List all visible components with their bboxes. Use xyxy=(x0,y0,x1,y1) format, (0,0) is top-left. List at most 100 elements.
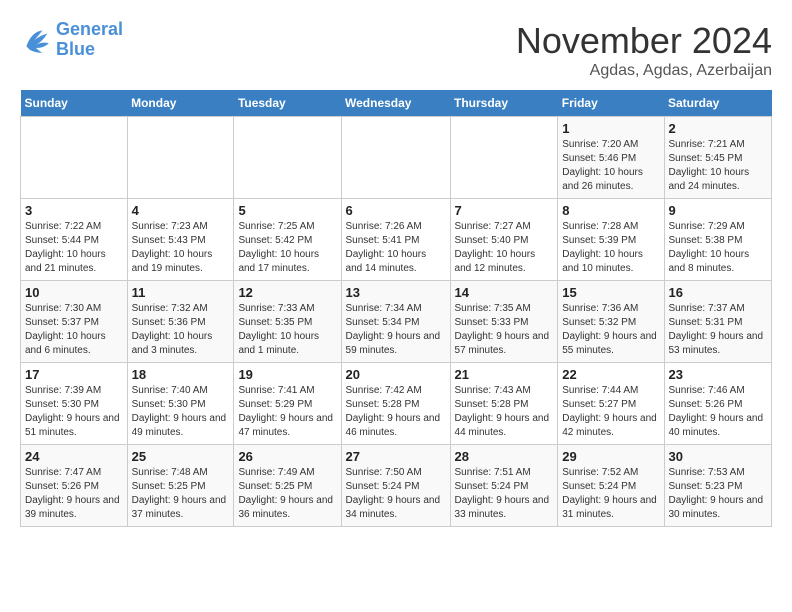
calendar-header-sunday: Sunday xyxy=(21,90,128,117)
day-number: 29 xyxy=(562,449,659,464)
day-number: 5 xyxy=(238,203,336,218)
day-number: 3 xyxy=(25,203,123,218)
calendar-cell: 10Sunrise: 7:30 AM Sunset: 5:37 PM Dayli… xyxy=(21,281,128,363)
calendar-header-wednesday: Wednesday xyxy=(341,90,450,117)
day-info: Sunrise: 7:33 AM Sunset: 5:35 PM Dayligh… xyxy=(238,302,336,358)
day-info: Sunrise: 7:48 AM Sunset: 5:25 PM Dayligh… xyxy=(132,466,230,522)
calendar-table: SundayMondayTuesdayWednesdayThursdayFrid… xyxy=(20,90,772,527)
calendar-cell: 6 Sunrise: 7:26 AM Sunset: 5:41 PM Daylig… xyxy=(341,199,450,281)
day-number: 27 xyxy=(346,449,446,464)
calendar-cell: 29 Sunrise: 7:52 AM Sunset: 5:24 PM Dayli… xyxy=(558,445,664,527)
calendar-cell: 1Sunrise: 7:20 AM Sunset: 5:46 PM Daylig… xyxy=(558,117,664,199)
day-info: Sunrise: 7:37 AM Sunset: 5:31 PM Dayligh… xyxy=(669,302,768,358)
calendar-header-thursday: Thursday xyxy=(450,90,558,117)
day-number: 10 xyxy=(25,285,123,300)
day-number: 2 xyxy=(669,121,768,136)
calendar-cell: 24 Sunrise: 7:47 AM Sunset: 5:26 PM Dayli… xyxy=(21,445,128,527)
day-info: Sunrise: 7:28 AM Sunset: 5:39 PM Dayligh… xyxy=(562,220,659,276)
day-number: 20 xyxy=(346,367,446,382)
day-info: Sunrise: 7:43 AM Sunset: 5:28 PM Dayligh… xyxy=(455,384,554,440)
calendar-header-friday: Friday xyxy=(558,90,664,117)
calendar-header-row: SundayMondayTuesdayWednesdayThursdayFrid… xyxy=(21,90,772,117)
calendar-cell: 28Sunrise: 7:51 AM Sunset: 5:24 PM Dayli… xyxy=(450,445,558,527)
day-number: 9 xyxy=(669,203,768,218)
day-number: 8 xyxy=(562,203,659,218)
day-number: 16 xyxy=(669,285,768,300)
calendar-cell: 5 Sunrise: 7:25 AM Sunset: 5:42 PM Daylig… xyxy=(234,199,341,281)
calendar-cell: 23 Sunrise: 7:46 AM Sunset: 5:26 PM Dayli… xyxy=(664,363,772,445)
calendar-cell: 7 Sunrise: 7:27 AM Sunset: 5:40 PM Daylig… xyxy=(450,199,558,281)
day-number: 24 xyxy=(25,449,123,464)
day-info: Sunrise: 7:39 AM Sunset: 5:30 PM Dayligh… xyxy=(25,384,123,440)
day-info: Sunrise: 7:32 AM Sunset: 5:36 PM Dayligh… xyxy=(132,302,230,358)
day-number: 14 xyxy=(455,285,554,300)
calendar-cell: 4 Sunrise: 7:23 AM Sunset: 5:43 PM Daylig… xyxy=(127,199,234,281)
calendar-cell: 12 Sunrise: 7:33 AM Sunset: 5:35 PM Dayli… xyxy=(234,281,341,363)
calendar-cell: 27 Sunrise: 7:50 AM Sunset: 5:24 PM Dayli… xyxy=(341,445,450,527)
day-info: Sunrise: 7:50 AM Sunset: 5:24 PM Dayligh… xyxy=(346,466,446,522)
day-number: 12 xyxy=(238,285,336,300)
calendar-cell: 19 Sunrise: 7:41 AM Sunset: 5:29 PM Dayli… xyxy=(234,363,341,445)
calendar-header-tuesday: Tuesday xyxy=(234,90,341,117)
calendar-cell: 11 Sunrise: 7:32 AM Sunset: 5:36 PM Dayli… xyxy=(127,281,234,363)
day-info: Sunrise: 7:47 AM Sunset: 5:26 PM Dayligh… xyxy=(25,466,123,522)
calendar-cell: 20 Sunrise: 7:42 AM Sunset: 5:28 PM Dayli… xyxy=(341,363,450,445)
calendar-week-4: 17 Sunrise: 7:39 AM Sunset: 5:30 PM Dayli… xyxy=(21,363,772,445)
logo-icon xyxy=(20,24,52,56)
day-number: 25 xyxy=(132,449,230,464)
calendar-cell: 8 Sunrise: 7:28 AM Sunset: 5:39 PM Daylig… xyxy=(558,199,664,281)
logo: General Blue xyxy=(20,20,123,60)
day-info: Sunrise: 7:53 AM Sunset: 5:23 PM Dayligh… xyxy=(669,466,768,522)
title-section: November 2024 Agdas, Agdas, Azerbaijan xyxy=(516,20,772,80)
day-number: 18 xyxy=(132,367,230,382)
day-info: Sunrise: 7:41 AM Sunset: 5:29 PM Dayligh… xyxy=(238,384,336,440)
day-number: 19 xyxy=(238,367,336,382)
calendar-cell xyxy=(450,117,558,199)
calendar-header-monday: Monday xyxy=(127,90,234,117)
calendar-cell: 17 Sunrise: 7:39 AM Sunset: 5:30 PM Dayli… xyxy=(21,363,128,445)
calendar-cell: 22 Sunrise: 7:44 AM Sunset: 5:27 PM Dayli… xyxy=(558,363,664,445)
day-number: 7 xyxy=(455,203,554,218)
day-number: 6 xyxy=(346,203,446,218)
day-info: Sunrise: 7:23 AM Sunset: 5:43 PM Dayligh… xyxy=(132,220,230,276)
calendar-cell: 21Sunrise: 7:43 AM Sunset: 5:28 PM Dayli… xyxy=(450,363,558,445)
day-number: 4 xyxy=(132,203,230,218)
calendar-cell: 15Sunrise: 7:36 AM Sunset: 5:32 PM Dayli… xyxy=(558,281,664,363)
calendar-cell: 14 Sunrise: 7:35 AM Sunset: 5:33 PM Dayli… xyxy=(450,281,558,363)
day-number: 11 xyxy=(132,285,230,300)
calendar-cell xyxy=(341,117,450,199)
calendar-cell: 3 Sunrise: 7:22 AM Sunset: 5:44 PM Daylig… xyxy=(21,199,128,281)
calendar-header-saturday: Saturday xyxy=(664,90,772,117)
day-info: Sunrise: 7:42 AM Sunset: 5:28 PM Dayligh… xyxy=(346,384,446,440)
day-number: 22 xyxy=(562,367,659,382)
calendar-body: 1Sunrise: 7:20 AM Sunset: 5:46 PM Daylig… xyxy=(21,117,772,527)
calendar-week-3: 10Sunrise: 7:30 AM Sunset: 5:37 PM Dayli… xyxy=(21,281,772,363)
calendar-cell: 18 Sunrise: 7:40 AM Sunset: 5:30 PM Dayli… xyxy=(127,363,234,445)
day-info: Sunrise: 7:40 AM Sunset: 5:30 PM Dayligh… xyxy=(132,384,230,440)
day-info: Sunrise: 7:44 AM Sunset: 5:27 PM Dayligh… xyxy=(562,384,659,440)
calendar-week-2: 3 Sunrise: 7:22 AM Sunset: 5:44 PM Daylig… xyxy=(21,199,772,281)
day-info: Sunrise: 7:35 AM Sunset: 5:33 PM Dayligh… xyxy=(455,302,554,358)
day-number: 17 xyxy=(25,367,123,382)
calendar-cell: 2 Sunrise: 7:21 AM Sunset: 5:45 PM Daylig… xyxy=(664,117,772,199)
day-info: Sunrise: 7:29 AM Sunset: 5:38 PM Dayligh… xyxy=(669,220,768,276)
day-info: Sunrise: 7:21 AM Sunset: 5:45 PM Dayligh… xyxy=(669,138,768,194)
day-info: Sunrise: 7:36 AM Sunset: 5:32 PM Dayligh… xyxy=(562,302,659,358)
day-info: Sunrise: 7:46 AM Sunset: 5:26 PM Dayligh… xyxy=(669,384,768,440)
day-info: Sunrise: 7:26 AM Sunset: 5:41 PM Dayligh… xyxy=(346,220,446,276)
calendar-cell xyxy=(234,117,341,199)
day-info: Sunrise: 7:34 AM Sunset: 5:34 PM Dayligh… xyxy=(346,302,446,358)
day-info: Sunrise: 7:20 AM Sunset: 5:46 PM Dayligh… xyxy=(562,138,659,194)
day-number: 23 xyxy=(669,367,768,382)
day-info: Sunrise: 7:25 AM Sunset: 5:42 PM Dayligh… xyxy=(238,220,336,276)
day-number: 30 xyxy=(669,449,768,464)
day-info: Sunrise: 7:51 AM Sunset: 5:24 PM Dayligh… xyxy=(455,466,554,522)
day-info: Sunrise: 7:52 AM Sunset: 5:24 PM Dayligh… xyxy=(562,466,659,522)
day-number: 26 xyxy=(238,449,336,464)
calendar-cell xyxy=(127,117,234,199)
day-info: Sunrise: 7:27 AM Sunset: 5:40 PM Dayligh… xyxy=(455,220,554,276)
location-title: Agdas, Agdas, Azerbaijan xyxy=(516,62,772,80)
calendar-cell xyxy=(21,117,128,199)
day-number: 13 xyxy=(346,285,446,300)
day-info: Sunrise: 7:22 AM Sunset: 5:44 PM Dayligh… xyxy=(25,220,123,276)
